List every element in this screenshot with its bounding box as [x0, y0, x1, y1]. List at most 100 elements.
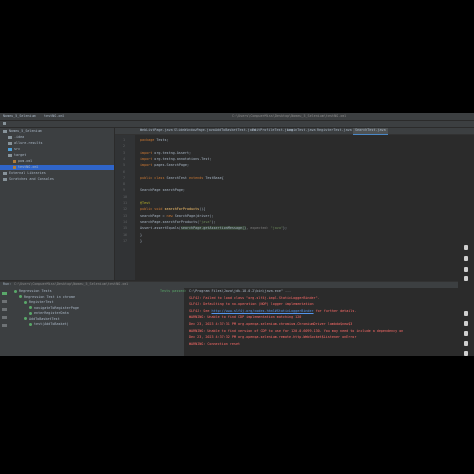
project-tree-label: pom.xml — [18, 159, 33, 163]
project-tree-label: testNG.xml — [18, 165, 39, 169]
rerun-icon[interactable] — [2, 292, 7, 295]
project-tree-item[interactable]: External Libraries — [0, 171, 114, 176]
database-icon[interactable] — [464, 256, 468, 261]
project-tree-item[interactable]: Scratches and Consoles — [0, 177, 114, 182]
console-output[interactable]: C:\Program Files\Java\jdk-18.0.2\bin\jav… — [186, 288, 458, 356]
structure-icon[interactable] — [464, 276, 468, 281]
trash-icon[interactable] — [464, 351, 468, 356]
stop-icon[interactable] — [2, 300, 7, 303]
test-result-label: Regression Tests — [19, 289, 52, 293]
test-result-label: enterRegisterData — [34, 311, 69, 315]
project-tree-item[interactable]: src — [0, 147, 114, 152]
editor-tab[interactable]: SearchTest.java — [353, 128, 388, 135]
file-name[interactable]: testNG.xml — [44, 114, 64, 119]
line-number: 2 — [123, 144, 126, 149]
test-result-label: test(AddToBasket) — [34, 322, 69, 326]
settings-icon[interactable] — [2, 324, 7, 327]
line-number: 9 — [123, 188, 126, 193]
project-tree-label: src — [14, 147, 21, 151]
console-line: Dec 23, 2023 4:37:32 PM org.openqa.selen… — [189, 335, 357, 340]
code-line[interactable]: searchPage.searchForProducts("java"); — [140, 220, 216, 225]
code-line[interactable]: import org.testng.Assert; — [140, 151, 191, 156]
project-tree-item[interactable]: testNG.xml — [0, 165, 114, 170]
folder-icon — [3, 129, 7, 133]
run-tool-window-header: Run: C:\Users\CompuerMiss\Desktop\Nomeu_… — [0, 281, 458, 288]
editor-tab[interactable]: WebListPage.java — [138, 128, 175, 134]
line-number: 1 — [123, 138, 126, 142]
project-tree-item[interactable]: pom.xml — [0, 159, 114, 164]
line-number: 8 — [123, 182, 126, 187]
test-result-item[interactable]: enterRegisterData — [29, 311, 69, 316]
project-tree-label: .idea — [14, 135, 25, 139]
file-icon — [13, 165, 16, 169]
line-number: 11 — [123, 201, 128, 205]
code-line[interactable]: public void searchForProducts(){ — [140, 207, 205, 212]
line-number: 17 — [123, 238, 128, 243]
editor-tab-bar: WebListPage.java SlideWindowPage.java AddT… — [115, 128, 474, 135]
passed-check-icon — [14, 289, 17, 293]
project-tree-item[interactable]: .idea — [0, 135, 114, 140]
project-tree-label: External Libraries — [9, 171, 46, 175]
maven-icon[interactable] — [464, 267, 468, 272]
code-editor[interactable]: package Tests; import org.testng.Assert; i… — [136, 135, 458, 280]
scroll-up-icon[interactable] — [464, 311, 468, 316]
project-tree-item[interactable]: Nomeu_5_Selenium — [0, 129, 114, 134]
test-result-item[interactable]: RegisterTest — [24, 300, 54, 305]
code-line[interactable]: import pages.SearchPage; — [140, 163, 189, 168]
line-number: 10 — [123, 194, 128, 199]
passed-check-icon — [19, 295, 22, 298]
folder-icon — [8, 141, 12, 145]
code-line[interactable]: package Tests; — [140, 138, 169, 143]
project-panel: Nomeu_5_Selenium .idea allure-results src ta… — [0, 128, 115, 280]
code-line[interactable]: SearchPage searchPage; — [140, 188, 185, 193]
project-icon — [3, 122, 6, 125]
line-number: 15 — [123, 226, 128, 231]
title-bar: Nomeu_5_Selenium testNG.xml C:\Users\Com… — [0, 113, 474, 121]
editor-tab[interactable]: LoginTest.java — [285, 128, 318, 134]
code-line[interactable]: } — [140, 239, 142, 244]
test-result-item[interactable]: Regression Tests — [14, 289, 52, 294]
scroll-down-icon[interactable] — [464, 321, 468, 326]
line-number: 13 — [123, 213, 128, 218]
folder-icon — [3, 177, 7, 181]
project-tree-label: Scratches and Consoles — [9, 177, 54, 181]
code-line[interactable]: public class SearchTest extends TestBase… — [140, 176, 224, 181]
test-result-label: RegisterTest — [29, 300, 54, 304]
project-tree-item[interactable]: target — [0, 153, 114, 158]
line-number: 6 — [123, 169, 126, 174]
passed-check-icon — [24, 317, 27, 320]
passed-check-icon — [29, 322, 32, 326]
code-line[interactable]: @Test — [140, 201, 150, 206]
console-line: SLF4J: Defaulting to no-operation (NOP) … — [189, 302, 314, 307]
code-line[interactable]: Assert.assertEquals(searchPage.getAssert… — [140, 226, 287, 231]
editor-tab[interactable]: RegisterTest.java — [315, 128, 354, 134]
ide-window: Nomeu_5_Selenium testNG.xml C:\Users\Com… — [0, 113, 474, 356]
code-line[interactable]: import org.testng.annotations.Test; — [140, 157, 211, 162]
notifications-icon[interactable] — [464, 245, 468, 250]
editor-tab[interactable]: SlideWindowPage.java — [172, 128, 217, 134]
test-result-label: AddToBasketTest — [29, 316, 60, 321]
test-result-item[interactable]: navigateToRegisterPage — [29, 306, 79, 311]
project-tree-item[interactable]: allure-results — [0, 141, 114, 146]
console-line: C:\Program Files\Java\jdk-18.0.2\bin\jav… — [189, 289, 292, 293]
wrap-icon[interactable] — [464, 331, 468, 336]
test-result-item[interactable]: test(AddToBasket) — [29, 322, 69, 327]
code-line[interactable]: searchPage = new SearchPage(driver); — [140, 214, 214, 219]
project-tree-label: allure-results — [14, 141, 43, 145]
print-icon[interactable] — [464, 341, 468, 346]
passed-check-icon — [29, 311, 32, 315]
project-name[interactable]: Nomeu_5_Selenium — [3, 114, 36, 119]
run-config[interactable]: C:\Users\CompuerMiss\Desktop\Nomeu_5_Sel… — [14, 282, 128, 287]
test-result-item[interactable]: Regression Test in chrome — [19, 295, 75, 300]
test-results-tree: Tests passed: 4 Regression Tests Regressi… — [10, 288, 191, 356]
console-line: SLF4J: See http://www.slf4j.org/codes.ht… — [189, 308, 357, 313]
sort-icon[interactable] — [2, 316, 7, 319]
code-line[interactable]: } — [140, 233, 142, 238]
test-result-item[interactable]: AddToBasketTest — [24, 317, 60, 322]
toggle-passed-icon[interactable] — [2, 308, 7, 311]
console-line: WARNING: Unable to find CDP implementati… — [189, 315, 302, 320]
passed-check-icon — [24, 300, 27, 304]
line-number: 12 — [123, 207, 128, 212]
breadcrumb — [0, 121, 474, 127]
line-number: 16 — [123, 232, 128, 237]
